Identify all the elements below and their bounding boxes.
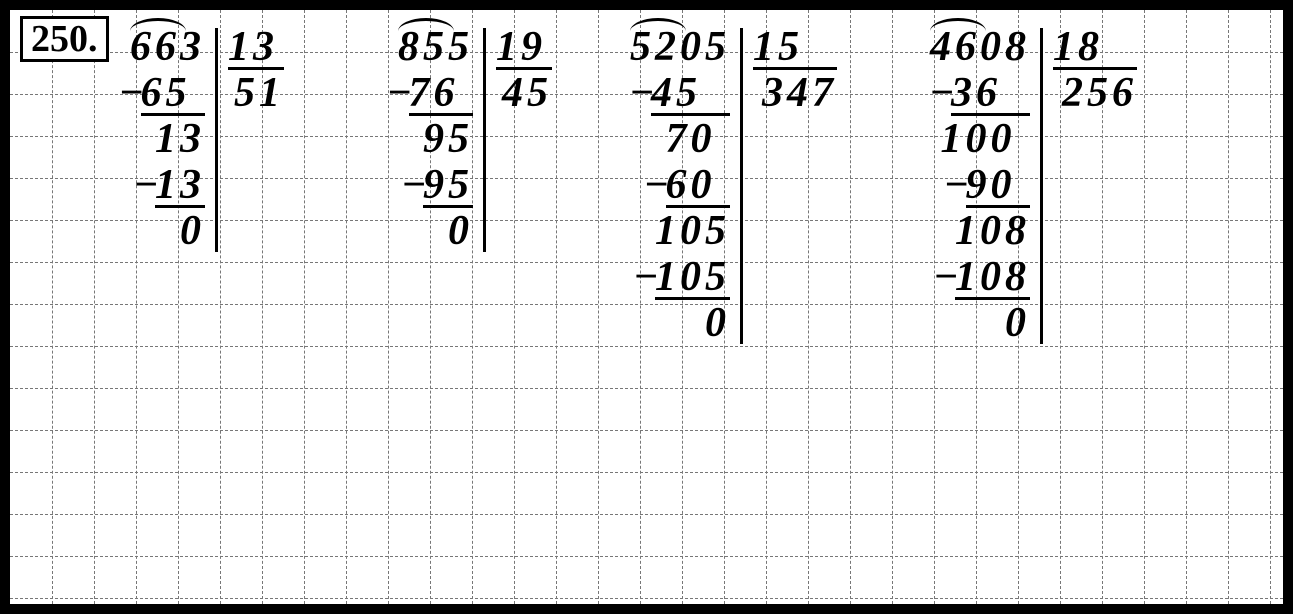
divisor: 15	[753, 24, 837, 70]
subtract-row: 108−	[955, 254, 1030, 300]
result-row: 0	[1005, 300, 1030, 346]
minus-icon: −	[119, 70, 148, 116]
division-bar	[483, 28, 486, 252]
division-problem: 66365 −1313−01351	[130, 24, 284, 254]
minus-icon: −	[933, 254, 962, 300]
subtract-row: 60 −	[666, 162, 731, 208]
division-bar	[215, 28, 218, 252]
minus-icon: −	[929, 70, 958, 116]
minus-icon: −	[133, 162, 162, 208]
minus-icon: −	[401, 162, 430, 208]
subtract-row: 105−	[655, 254, 730, 300]
exercise-number-badge: 250.	[20, 16, 109, 62]
result-row: 105	[655, 208, 730, 254]
divisor: 18	[1053, 24, 1137, 70]
division-problem: 520545 −70 60 −105105−0 15347	[630, 24, 837, 346]
subtract-row: 13−	[155, 162, 205, 208]
arc-icon	[398, 18, 454, 34]
quotient: 347	[762, 70, 837, 116]
quotient: 51	[234, 70, 284, 116]
division-problem: 460836 −100 90 −108108−0 18256	[930, 24, 1137, 346]
division-bar	[1040, 28, 1043, 344]
result-row: 0	[180, 208, 205, 254]
minus-icon: −	[644, 162, 673, 208]
subtract-row: 76 −	[409, 70, 474, 116]
result-row: 13	[155, 116, 205, 162]
result-row: 100	[941, 116, 1031, 162]
minus-icon: −	[633, 254, 662, 300]
dividend: 663	[130, 24, 205, 70]
result-row: 108	[955, 208, 1030, 254]
minus-icon: −	[629, 70, 658, 116]
arc-icon	[630, 18, 686, 34]
worksheet-frame: 250. 66365 −1313−0135185576 −9595−019455…	[0, 0, 1293, 614]
result-row: 95	[423, 116, 473, 162]
subtract-row: 36 −	[951, 70, 1030, 116]
division-bar	[740, 28, 743, 344]
minus-icon: −	[387, 70, 416, 116]
arc-icon	[130, 18, 186, 34]
dividend: 855	[398, 24, 473, 70]
minus-icon: −	[944, 162, 973, 208]
quotient: 256	[1062, 70, 1137, 116]
result-row: 70	[666, 116, 731, 162]
divisor: 19	[496, 24, 552, 70]
dividend: 4608	[930, 24, 1030, 70]
divisor: 13	[228, 24, 284, 70]
subtract-row: 45 −	[651, 70, 730, 116]
subtract-row: 65 −	[141, 70, 206, 116]
division-problem: 85576 −9595−0 1945	[398, 24, 552, 254]
result-row: 0	[448, 208, 473, 254]
result-row: 0	[705, 300, 730, 346]
dividend: 5205	[630, 24, 730, 70]
subtract-row: 95−	[423, 162, 473, 208]
quotient: 45	[502, 70, 552, 116]
subtract-row: 90 −	[966, 162, 1031, 208]
arc-icon	[930, 18, 986, 34]
